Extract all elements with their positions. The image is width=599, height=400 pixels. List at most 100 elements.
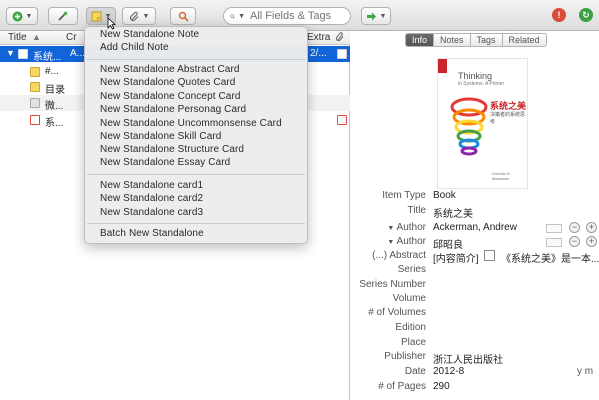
name-mode-toggle[interactable] <box>546 238 562 247</box>
magic-wand-icon <box>58 11 68 21</box>
menu-item-card2[interactable]: New Standalone card2 <box>100 193 203 204</box>
item-title: 微... <box>45 101 64 112</box>
menu-item-quotes-card[interactable]: New Standalone Quotes Card <box>100 77 235 88</box>
pages-label: # of Pages <box>378 381 426 392</box>
add-attachment-button[interactable]: ▼ <box>122 7 156 25</box>
menu-item-batch-new-standalone[interactable]: Batch New Standalone <box>100 228 204 239</box>
tab-related[interactable]: Related <box>501 33 547 47</box>
chevron-down-icon: ▼ <box>25 12 33 20</box>
date-format-indicator: y m <box>577 366 594 377</box>
author2-value[interactable]: 邱昭良 <box>433 236 463 251</box>
title-value[interactable]: 系统之美 <box>433 205 473 220</box>
author-label[interactable]: ▼ Author <box>351 236 426 247</box>
cover-author: Donella H. Meadows <box>492 171 511 181</box>
menu-item-structure-card[interactable]: New Standalone Structure Card <box>100 144 244 155</box>
author1-value[interactable]: Ackerman, Andrew <box>433 222 517 233</box>
chevron-down-icon: ▼ <box>238 12 245 20</box>
locate-button[interactable]: ▼ <box>361 7 391 25</box>
pages-value[interactable]: 290 <box>433 381 450 392</box>
column-title[interactable]: Title <box>8 32 27 43</box>
cover-subtitle-cn: 决策者的系统思考 <box>490 112 526 125</box>
menu-item-uncommonsense-card[interactable]: New Standalone Uncommonsense Card <box>100 118 282 129</box>
menu-item-essay-card[interactable]: New Standalone Essay Card <box>100 157 230 168</box>
volume-label: Volume <box>392 293 426 304</box>
note-icon <box>91 11 102 21</box>
remove-author-button[interactable]: − <box>569 222 580 233</box>
mouse-cursor-icon <box>107 17 116 30</box>
sync-icon[interactable]: ↻ <box>579 8 593 22</box>
menu-item-card3[interactable]: New Standalone card3 <box>100 207 203 218</box>
menu-item-concept-card[interactable]: New Standalone Concept Card <box>100 91 241 102</box>
pdf-attachment-icon[interactable] <box>337 49 347 59</box>
item-type-label: Item Type <box>382 190 426 201</box>
pdf-attachment-icon[interactable] <box>337 115 347 125</box>
note-icon <box>30 82 40 92</box>
paperclip-icon <box>129 11 138 21</box>
title-label: Title <box>407 205 426 216</box>
item-pane: Info Notes Tags Related Thinking in Syst… <box>351 31 599 400</box>
tab-tags[interactable]: Tags <box>469 33 503 47</box>
menu-separator <box>87 59 305 60</box>
add-author-button[interactable]: + <box>586 222 597 233</box>
publisher-value[interactable]: 浙江人民出版社 <box>433 351 503 366</box>
stop-icon[interactable]: ! <box>552 8 566 22</box>
cover-title-en: Thinking <box>458 71 493 81</box>
item-title: #... <box>45 66 59 77</box>
abstract-value[interactable]: [内容简介] <box>433 250 479 265</box>
book-icon <box>18 49 28 59</box>
chevron-down-icon: ▼ <box>387 225 395 232</box>
author-label[interactable]: ▼ Author <box>351 222 426 233</box>
attachment-column-icon[interactable] <box>335 32 345 46</box>
twisty-icon[interactable]: ▼ <box>6 48 15 58</box>
date-label: Date <box>404 366 426 377</box>
menu-item-card1[interactable]: New Standalone card1 <box>100 180 203 191</box>
add-by-identifier-button[interactable] <box>48 7 78 25</box>
menu-item-abstract-card[interactable]: New Standalone Abstract Card <box>100 64 240 75</box>
book-cover: Thinking in Systems: A Primer 系统之美 决策者的系… <box>437 58 528 189</box>
num-volumes-label: # of Volumes <box>368 307 426 318</box>
chevron-down-icon: ▼ <box>142 12 150 20</box>
menu-item-personag-card[interactable]: New Standalone Personag Card <box>100 104 246 115</box>
item-extra: 2/... <box>310 48 327 59</box>
tab-info[interactable]: Info <box>405 33 435 47</box>
date-value[interactable]: 2012-8 <box>433 366 464 377</box>
item-title: 系统... <box>33 52 62 63</box>
abstract-label[interactable]: (...) Abstract <box>351 250 426 261</box>
series-number-label: Series Number <box>359 279 426 290</box>
add-author-button[interactable]: + <box>586 236 597 247</box>
search-field[interactable]: ▼ <box>223 7 351 25</box>
item-creator: A... <box>70 48 86 59</box>
chevron-down-icon: ▼ <box>379 12 387 20</box>
series-label: Series <box>397 264 426 275</box>
webpage-icon <box>30 98 40 108</box>
column-extra[interactable]: Extra <box>307 32 330 43</box>
place-label: Place <box>400 337 426 348</box>
item-title: 系... <box>45 118 64 129</box>
expand-abstract-icon[interactable] <box>484 250 495 261</box>
abstract-continued: 《系统之美》是一本... <box>501 254 599 265</box>
search-icon <box>230 13 235 19</box>
search-input[interactable] <box>250 10 350 22</box>
menu-separator <box>87 174 305 175</box>
menu-item-new-standalone-note[interactable]: New Standalone Note <box>100 29 199 40</box>
author-label-text: Author <box>396 236 426 247</box>
remove-author-button[interactable]: − <box>569 236 580 247</box>
item-title: 目录 <box>45 85 65 96</box>
pdf-icon <box>30 115 40 125</box>
menu-item-add-child-note[interactable]: Add Child Note <box>100 42 169 53</box>
chevron-down-icon: ▼ <box>387 239 395 246</box>
author-label-text: Author <box>396 222 426 233</box>
cover-spiral-illustration <box>450 97 488 156</box>
new-note-menu: New Standalone Note Add Child Note New S… <box>84 26 308 244</box>
item-type-value[interactable]: Book <box>433 190 456 201</box>
menu-item-skill-card[interactable]: New Standalone Skill Card <box>100 131 221 142</box>
plus-circle-icon <box>12 11 23 21</box>
magnifier-icon <box>178 11 189 22</box>
advanced-search-button[interactable] <box>170 7 196 25</box>
sort-indicator-icon: ▲ <box>32 32 41 42</box>
name-mode-toggle[interactable] <box>546 224 562 233</box>
tab-notes[interactable]: Notes <box>433 33 471 47</box>
edition-label: Edition <box>395 322 426 333</box>
new-item-button[interactable]: ▼ <box>6 7 38 25</box>
column-creator[interactable]: Cr <box>66 32 77 43</box>
